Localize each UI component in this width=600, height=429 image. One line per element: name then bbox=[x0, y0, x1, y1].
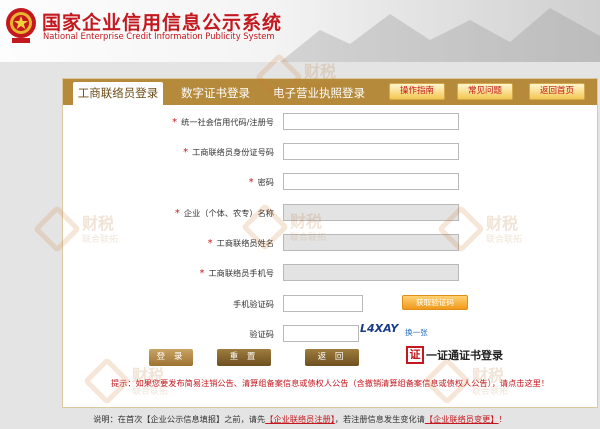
back-button[interactable]: 返 回 bbox=[305, 349, 359, 366]
captcha-input[interactable] bbox=[283, 325, 359, 342]
row-company-name: * 企业（个体、农专）名称 bbox=[63, 204, 597, 224]
tab-liaison-login[interactable]: 工商联络员登录 bbox=[73, 82, 163, 105]
row-sms-code: 手机验证码 获取验证码 bbox=[63, 295, 597, 315]
row-credit-code: * 统一社会信用代码/注册号 bbox=[63, 113, 597, 133]
required-star: * bbox=[174, 208, 180, 219]
notice-link[interactable]: 提示：如果您要发布简易注销公告、清算组备案信息或债权人公告（含撤销清算组备案信息… bbox=[63, 377, 597, 389]
certificate-icon: 证 bbox=[406, 346, 424, 364]
liaison-name-label: * 工商联络员姓名 bbox=[207, 238, 274, 249]
mountain-background-icon bbox=[280, 8, 600, 62]
home-button[interactable]: 返回首页 bbox=[529, 83, 585, 100]
credit-code-label: * 统一社会信用代码/注册号 bbox=[172, 117, 274, 128]
change-liaison-link[interactable]: 【企业联络员变更】 bbox=[425, 414, 499, 424]
login-panel: 工商联络员登录 数字证书登录 电子营业执照登录 操作指南 常见问题 返回首页 *… bbox=[62, 78, 598, 408]
national-emblem-icon bbox=[6, 8, 36, 43]
sms-code-input[interactable] bbox=[283, 295, 363, 312]
credit-code-input[interactable] bbox=[283, 113, 459, 130]
liaison-phone-label: * 工商联络员手机号 bbox=[199, 268, 274, 279]
required-star: * bbox=[183, 147, 189, 158]
password-label: * 密码 bbox=[248, 177, 274, 188]
row-liaison-phone: * 工商联络员手机号 bbox=[63, 264, 597, 284]
get-sms-code-button[interactable]: 获取验证码 bbox=[402, 295, 468, 310]
cert-login-label: 一证通证书登录 bbox=[426, 349, 503, 362]
captcha-refresh-link[interactable]: 换一张 bbox=[405, 327, 428, 338]
site-title-en: National Enterprise Credit Information P… bbox=[43, 31, 275, 41]
required-star: * bbox=[248, 177, 254, 188]
site-header: 国家企业信用信息公示系统 National Enterprise Credit … bbox=[0, 0, 600, 62]
liaison-phone-input[interactable] bbox=[283, 264, 459, 281]
guide-button[interactable]: 操作指南 bbox=[389, 83, 445, 100]
reset-button[interactable]: 重 置 bbox=[217, 349, 271, 366]
footer-note: 说明：在首次【企业公示信息填报】之前，请先【企业联络员注册】，若注册信息发生变化… bbox=[93, 414, 507, 424]
liaison-id-input[interactable] bbox=[283, 143, 459, 160]
captcha-label: 验证码 bbox=[249, 329, 274, 339]
row-liaison-id: * 工商联络员身份证号码 bbox=[63, 143, 597, 163]
tab-bar: 工商联络员登录 数字证书登录 电子营业执照登录 操作指南 常见问题 返回首页 bbox=[63, 79, 597, 105]
company-name-input[interactable] bbox=[283, 204, 459, 221]
liaison-name-input[interactable] bbox=[283, 234, 459, 251]
register-liaison-link[interactable]: 【企业联络员注册】 bbox=[265, 414, 335, 424]
required-star: * bbox=[207, 238, 213, 249]
row-captcha: 验证码 L4XAY 换一张 bbox=[63, 322, 597, 345]
row-liaison-name: * 工商联络员姓名 bbox=[63, 234, 597, 254]
tab-elicense-login[interactable]: 电子营业执照登录 bbox=[273, 82, 365, 105]
password-input[interactable] bbox=[283, 173, 459, 190]
tab-cert-login[interactable]: 数字证书登录 bbox=[181, 82, 250, 105]
captcha-image[interactable]: L4XAY bbox=[360, 322, 402, 339]
faq-button[interactable]: 常见问题 bbox=[457, 83, 513, 100]
login-button[interactable]: 登 录 bbox=[149, 349, 193, 366]
required-star: * bbox=[199, 268, 205, 279]
sms-code-label: 手机验证码 bbox=[233, 299, 274, 309]
row-password: * 密码 bbox=[63, 173, 597, 193]
required-star: * bbox=[172, 117, 178, 128]
liaison-id-label: * 工商联络员身份证号码 bbox=[183, 147, 274, 158]
company-name-label: * 企业（个体、农专）名称 bbox=[174, 208, 274, 219]
